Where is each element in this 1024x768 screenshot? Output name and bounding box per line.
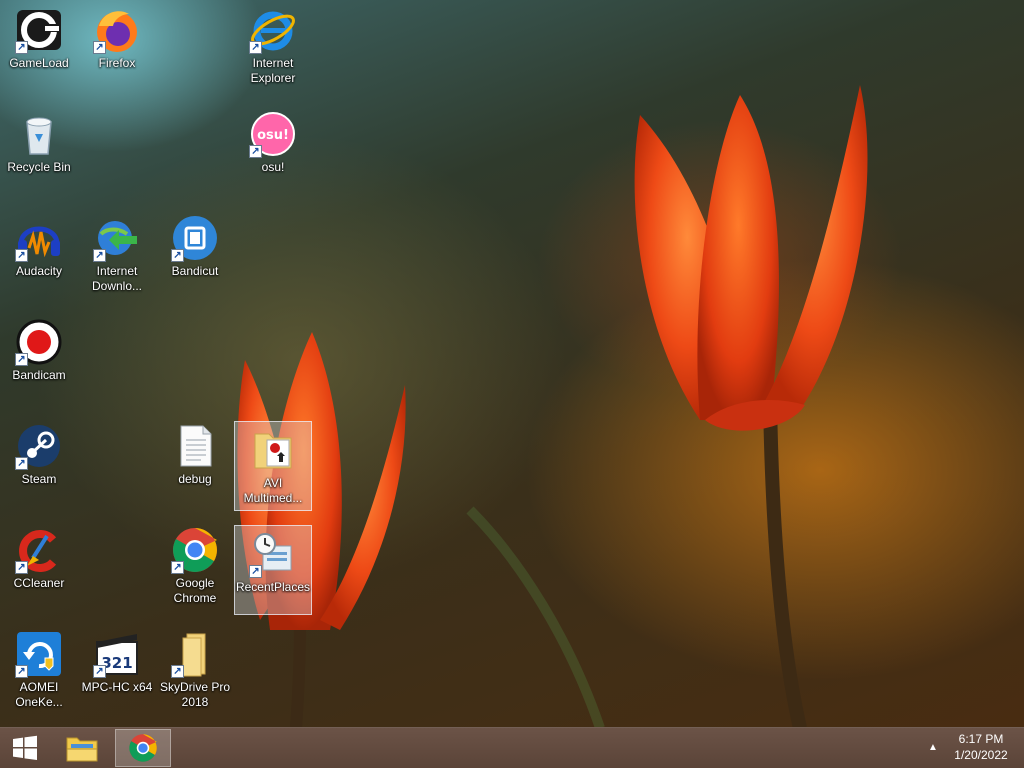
shortcut-arrow-icon: ↗ (15, 457, 28, 470)
desktop-icon-ccleaner[interactable]: ↗ CCleaner (0, 522, 78, 612)
shortcut-arrow-icon: ↗ (15, 353, 28, 366)
chrome-icon (129, 734, 157, 762)
shortcut-arrow-icon: ↗ (171, 665, 184, 678)
desktop-icon-mpc-hc[interactable]: 321 ↗ MPC-HC x64 (78, 626, 156, 716)
recycle-bin-icon (15, 110, 63, 158)
desktop-icon-gameload[interactable]: ↗ GameLoad (0, 2, 78, 92)
taskbar: ▲ 6:17 PM 1/20/2022 (0, 727, 1024, 768)
audacity-icon: ↗ (15, 214, 63, 262)
shortcut-arrow-icon: ↗ (171, 561, 184, 574)
icon-label: Audacity (15, 264, 63, 278)
desktop-icon-internet-download-manager[interactable]: ↗ Internet Downlo... (78, 210, 156, 300)
desktop-icon-bandicut[interactable]: ↗ Bandicut (156, 210, 234, 300)
icon-label: Bandicam (12, 368, 66, 382)
shortcut-arrow-icon: ↗ (93, 41, 106, 54)
icon-label: osu! (261, 160, 285, 174)
aomei-onekey-icon: ↗ (15, 630, 63, 678)
icon-label: Firefox (98, 56, 136, 70)
shortcut-arrow-icon: ↗ (15, 41, 28, 54)
gameload-icon: ↗ (15, 6, 63, 54)
skydrive-pro-icon: ↗ (171, 630, 219, 678)
start-button[interactable] (0, 728, 50, 768)
desktop-icon-firefox[interactable]: ↗ Firefox (78, 2, 156, 92)
icon-label: GameLoad (9, 56, 69, 70)
recent-places-icon: ↗ (249, 530, 297, 578)
desktop-icon-google-chrome[interactable]: ↗ Google Chrome (156, 522, 234, 612)
show-hidden-icons-button[interactable]: ▲ (928, 742, 938, 753)
shortcut-arrow-icon: ↗ (249, 565, 262, 578)
desktop-icon-aomei-onekey[interactable]: ↗ AOMEI OneKe... (0, 626, 78, 716)
svg-text:321: 321 (101, 654, 132, 672)
text-file-icon (171, 422, 219, 470)
icon-label: debug (178, 472, 212, 486)
shortcut-arrow-icon: ↗ (171, 249, 184, 262)
icon-label: MPC-HC x64 (81, 680, 153, 694)
steam-icon: ↗ (15, 422, 63, 470)
desktop-icon-bandicam[interactable]: ↗ Bandicam (0, 314, 78, 404)
desktop-icon-internet-explorer[interactable]: ↗ Internet Explorer (234, 2, 312, 92)
internet-explorer-icon: ↗ (249, 6, 297, 54)
windows-start-icon (13, 735, 37, 760)
icon-label: Steam (21, 472, 57, 486)
desktop-icon-osu[interactable]: osu! ↗ osu! (234, 106, 312, 196)
mpc-hc-icon: 321 ↗ (93, 630, 141, 678)
desktop-icon-recent-places[interactable]: ↗ RecentPlaces (234, 525, 312, 615)
icon-label: SkyDrive Pro 2018 (159, 680, 230, 709)
icon-label: CCleaner (13, 576, 65, 590)
icon-label: Internet Downlo... (91, 264, 143, 293)
icon-label: Bandicut (171, 264, 219, 278)
icon-label: RecentPlaces (235, 580, 311, 594)
internet-download-manager-icon: ↗ (93, 214, 141, 262)
icon-label: Google Chrome (173, 576, 217, 605)
icon-label: AVI Multimed... (243, 476, 303, 505)
ccleaner-icon: ↗ (15, 526, 63, 574)
shortcut-arrow-icon: ↗ (15, 665, 28, 678)
shortcut-arrow-icon: ↗ (15, 249, 28, 262)
bandicut-icon: ↗ (171, 214, 219, 262)
clock-time: 6:17 PM (958, 732, 1004, 746)
shortcut-arrow-icon: ↗ (93, 249, 106, 262)
shortcut-arrow-icon: ↗ (93, 665, 106, 678)
clock-date: 1/20/2022 (954, 748, 1008, 762)
icon-label: Recycle Bin (7, 160, 71, 174)
shortcut-arrow-icon: ↗ (249, 145, 262, 158)
avi-folder-icon (249, 426, 297, 474)
desktop-icon-skydrive-pro[interactable]: ↗ SkyDrive Pro 2018 (156, 626, 234, 716)
taskbar-chrome-button[interactable] (115, 729, 171, 767)
shortcut-arrow-icon: ↗ (15, 561, 28, 574)
desktop-icon-steam[interactable]: ↗ Steam (0, 418, 78, 508)
icon-label: AOMEI OneKe... (15, 680, 63, 709)
firefox-icon: ↗ (93, 6, 141, 54)
svg-text:osu!: osu! (257, 128, 289, 143)
folder-icon (66, 737, 98, 762)
osu-icon: osu! ↗ (249, 110, 297, 158)
desktop-icon-recycle-bin[interactable]: Recycle Bin (0, 106, 78, 196)
chrome-icon: ↗ (171, 526, 219, 574)
desktop-icon-debug[interactable]: debug (156, 418, 234, 508)
desktop-icon-audacity[interactable]: ↗ Audacity (0, 210, 78, 300)
bandicam-icon: ↗ (15, 318, 63, 366)
icon-label: Internet Explorer (250, 56, 296, 85)
system-clock[interactable]: 6:17 PM 1/20/2022 (946, 731, 1016, 763)
taskbar-file-explorer-button[interactable] (54, 729, 110, 767)
shortcut-arrow-icon: ↗ (249, 41, 262, 54)
desktop-icon-avi-multimedia[interactable]: AVI Multimed... (234, 421, 312, 511)
